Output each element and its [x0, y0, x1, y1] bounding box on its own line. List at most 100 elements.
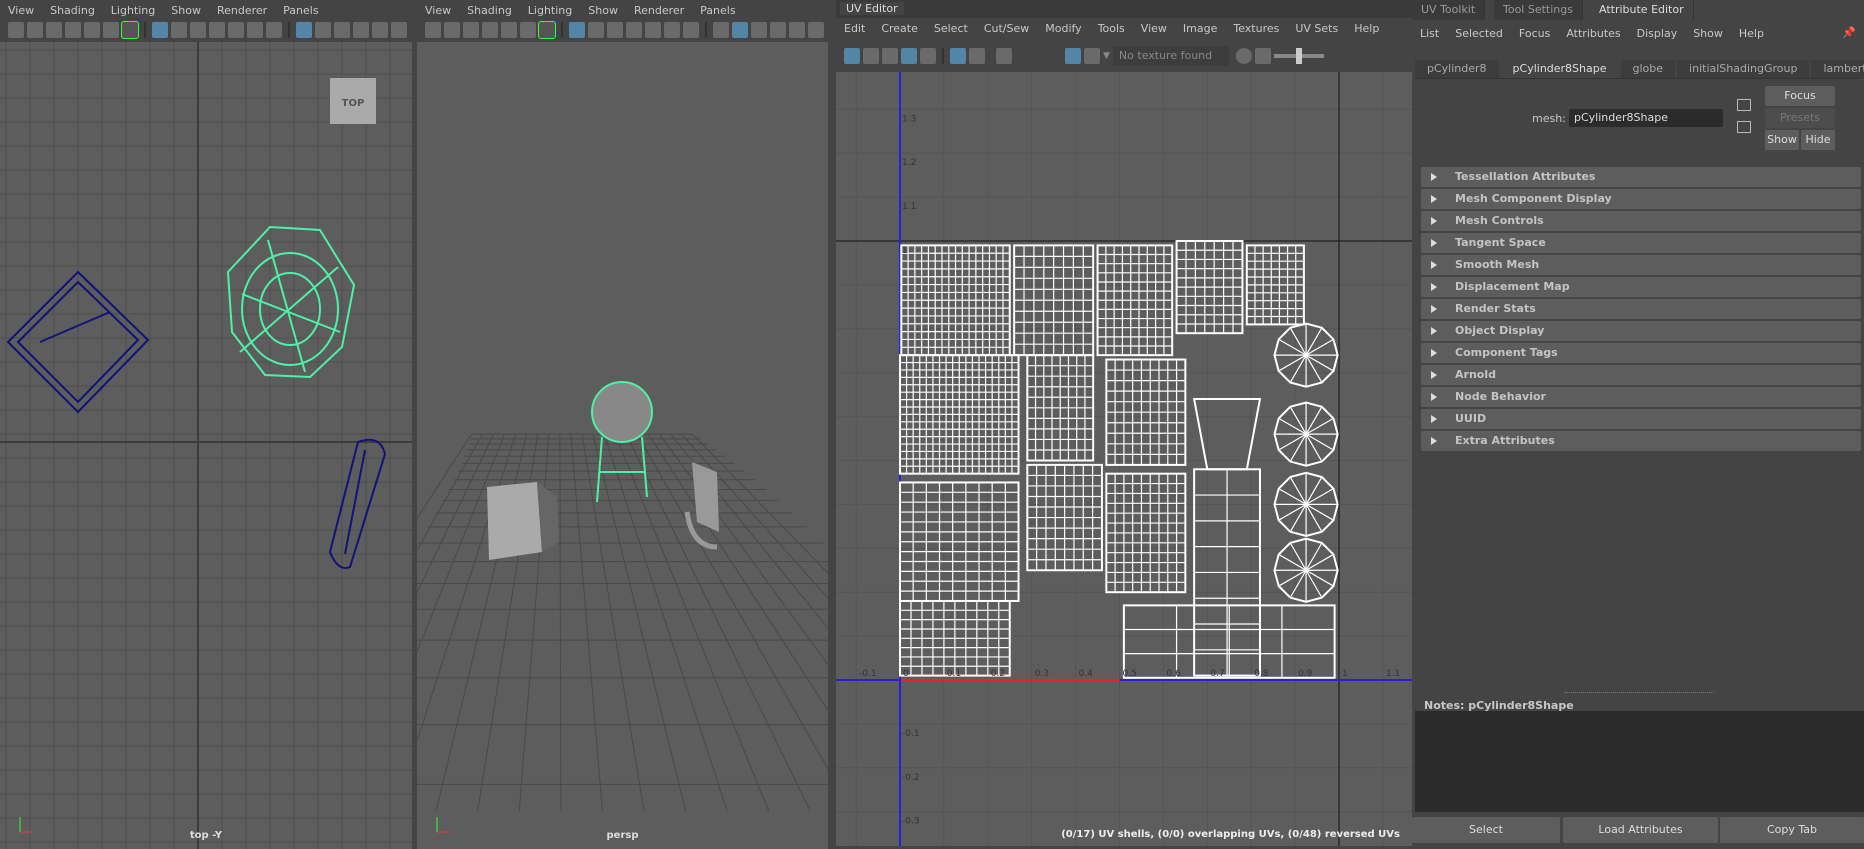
grease-pencil-icon[interactable]: [538, 21, 556, 39]
expand-arrow-icon[interactable]: [1431, 305, 1437, 313]
node-tab-lambert1[interactable]: lambert1: [1811, 60, 1864, 78]
menu-help[interactable]: Help: [1346, 22, 1387, 35]
menu-view[interactable]: View: [0, 4, 42, 17]
gate-mask-icon[interactable]: [209, 22, 225, 38]
pixel-snap-icon[interactable]: [969, 48, 985, 64]
menu-textures[interactable]: Textures: [1225, 22, 1287, 35]
menu-uv-sets[interactable]: UV Sets: [1287, 22, 1346, 35]
node-tab-pcylinder8shape[interactable]: pCylinder8Shape: [1500, 60, 1619, 78]
expand-arrow-icon[interactable]: [1431, 349, 1437, 357]
image-plane-icon[interactable]: [501, 22, 517, 38]
textured-icon[interactable]: [372, 22, 388, 38]
menu-show[interactable]: Show: [1685, 27, 1731, 40]
rgb-channels-icon[interactable]: [1235, 48, 1252, 64]
uv-edges-icon[interactable]: [920, 48, 936, 64]
menu-shading[interactable]: Shading: [459, 4, 520, 17]
hide-button[interactable]: Hide: [1801, 130, 1835, 150]
uv-editor-view[interactable]: -0.1 0 0.1 0.2 0.3 0.4 0.5 0.6 0.7 0.8 0.9 1 1.1 1.3 1…: [836, 72, 1412, 846]
presets-button[interactable]: Presets: [1765, 108, 1835, 128]
frame-mesh-component-display[interactable]: Mesh Component Display: [1421, 189, 1861, 209]
menu-view[interactable]: View: [417, 4, 459, 17]
smooth-shade-icon[interactable]: [315, 22, 331, 38]
menu-panels[interactable]: Panels: [692, 4, 743, 17]
expand-arrow-icon[interactable]: [1431, 173, 1437, 181]
camera-attributes-icon[interactable]: [46, 22, 62, 38]
field-chart-icon[interactable]: [228, 22, 244, 38]
camera-icon[interactable]: [425, 22, 441, 38]
lights-icon[interactable]: [391, 22, 407, 38]
frame-object-display[interactable]: Object Display: [1421, 321, 1861, 341]
texture-borders-icon[interactable]: [901, 48, 917, 64]
default-material-icon[interactable]: [334, 22, 350, 38]
menu-modify[interactable]: Modify: [1037, 22, 1089, 35]
menu-list[interactable]: List: [1412, 27, 1447, 40]
expand-arrow-icon[interactable]: [1431, 393, 1437, 401]
menu-view[interactable]: View: [1133, 22, 1175, 35]
tab-uv-toolkit[interactable]: UV Toolkit: [1412, 0, 1486, 20]
uv-layout-icon[interactable]: [844, 48, 860, 64]
texture-field[interactable]: No texture found: [1112, 46, 1229, 66]
expand-arrow-icon[interactable]: [1431, 415, 1437, 423]
smooth-shade-icon[interactable]: [732, 22, 748, 38]
menu-shading[interactable]: Shading: [42, 4, 103, 17]
camera-attributes-icon[interactable]: [463, 22, 479, 38]
menu-attributes[interactable]: Attributes: [1558, 27, 1628, 40]
top-viewport[interactable]: TOP top -Y: [0, 42, 412, 849]
menu-help[interactable]: Help: [1731, 27, 1772, 40]
textured-icon[interactable]: [789, 22, 805, 38]
image-display-icon[interactable]: [1065, 48, 1081, 64]
exposure-slider[interactable]: [1273, 48, 1324, 64]
menu-lighting[interactable]: Lighting: [103, 4, 163, 17]
camera-icon[interactable]: [8, 22, 24, 38]
wireframe-icon[interactable]: [713, 22, 729, 38]
frame-node-behavior[interactable]: Node Behavior: [1421, 387, 1861, 407]
image-plane-icon[interactable]: [84, 22, 100, 38]
default-material-icon[interactable]: [751, 22, 767, 38]
menu-select[interactable]: Select: [926, 22, 976, 35]
frame-tessellation-attributes[interactable]: Tessellation Attributes: [1421, 167, 1861, 187]
frame-render-stats[interactable]: Render Stats: [1421, 299, 1861, 319]
menu-renderer[interactable]: Renderer: [209, 4, 275, 17]
menu-lighting[interactable]: Lighting: [520, 4, 580, 17]
menu-cut-sew[interactable]: Cut/Sew: [976, 22, 1037, 35]
wireframe-icon[interactable]: [296, 22, 312, 38]
gate-mask-icon[interactable]: [626, 22, 642, 38]
expand-arrow-icon[interactable]: [1431, 261, 1437, 269]
load-attributes-button[interactable]: Load Attributes: [1563, 817, 1718, 843]
grease-pencil-icon[interactable]: [121, 21, 139, 39]
input-connection-icon[interactable]: [1737, 99, 1751, 111]
film-gate-icon[interactable]: [588, 22, 604, 38]
uv-editor-title[interactable]: UV Editor: [840, 2, 904, 15]
grid-icon[interactable]: [569, 22, 585, 38]
lock-camera-icon[interactable]: [444, 22, 460, 38]
field-chart-icon[interactable]: [645, 22, 661, 38]
expand-arrow-icon[interactable]: [1431, 239, 1437, 247]
frame-arnold[interactable]: Arnold: [1421, 365, 1861, 385]
wireframe-on-shaded-icon[interactable]: [770, 22, 786, 38]
expand-arrow-icon[interactable]: [1431, 195, 1437, 203]
node-tab-pcylinder8[interactable]: pCylinder8: [1415, 60, 1499, 78]
menu-show[interactable]: Show: [580, 4, 626, 17]
notes-textarea[interactable]: [1415, 711, 1864, 812]
tab-attribute-editor[interactable]: Attribute Editor: [1590, 0, 1694, 20]
grid-icon[interactable]: [950, 48, 966, 64]
frame-tangent-space[interactable]: Tangent Space: [1421, 233, 1861, 253]
menu-image[interactable]: Image: [1175, 22, 1225, 35]
image-ratio-icon[interactable]: [1254, 48, 1271, 64]
lights-icon[interactable]: [808, 22, 824, 38]
frame-smooth-mesh[interactable]: Smooth Mesh: [1421, 255, 1861, 275]
node-tab-globe[interactable]: globe: [1620, 60, 1676, 78]
expand-arrow-icon[interactable]: [1431, 217, 1437, 225]
menu-renderer[interactable]: Renderer: [626, 4, 692, 17]
output-connection-icon[interactable]: [1737, 121, 1751, 133]
expand-arrow-icon[interactable]: [1431, 371, 1437, 379]
snapshot-icon[interactable]: [996, 48, 1012, 64]
bookmark-icon[interactable]: [65, 22, 81, 38]
node-tab-initialshadinggroup[interactable]: initialShadingGroup: [1677, 60, 1810, 78]
bookmark-icon[interactable]: [482, 22, 498, 38]
frame-displacement-map[interactable]: Displacement Map: [1421, 277, 1861, 297]
safe-action-icon[interactable]: [664, 22, 680, 38]
mesh-name-field[interactable]: pCylinder8Shape: [1569, 109, 1723, 127]
dropdown-arrow-icon[interactable]: ▼: [1103, 51, 1110, 61]
expand-arrow-icon[interactable]: [1431, 437, 1437, 445]
